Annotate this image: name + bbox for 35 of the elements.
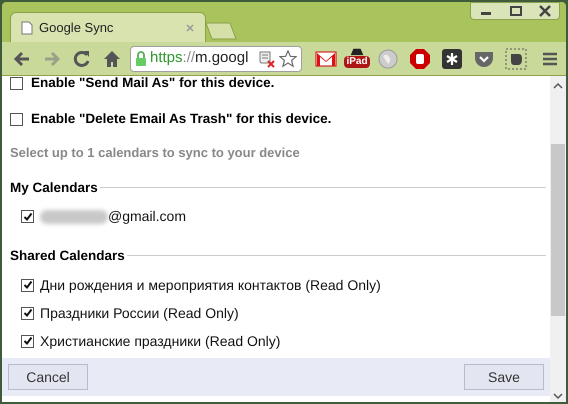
section-heading: My Calendars (10, 178, 98, 197)
elephant-icon[interactable] (505, 48, 527, 70)
stop-hand-icon[interactable] (409, 48, 431, 70)
option-label: Enable "Send Mail As" for this device. (31, 76, 274, 92)
address-bar[interactable]: https://m.googl (130, 46, 302, 72)
save-button[interactable]: Save (464, 364, 544, 390)
browser-tab[interactable]: Google Sync (10, 12, 206, 42)
calendar-name: Дни рождения и мероприятия контактов (Read Only) (40, 276, 381, 295)
checkbox[interactable] (21, 334, 34, 348)
scroll-down-icon[interactable] (553, 392, 563, 400)
scrollbar-thumb[interactable] (551, 144, 565, 316)
checkbox[interactable] (21, 278, 34, 292)
ipad-extension-button[interactable]: iPad (344, 46, 370, 70)
calendar-name: Праздники России (Read Only) (40, 304, 239, 323)
home-icon[interactable] (102, 48, 122, 68)
cancel-button[interactable]: Cancel (8, 364, 88, 390)
calendar-name: Христианские праздники (Read Only) (40, 332, 280, 351)
page-icon (21, 20, 33, 34)
checkbox[interactable] (10, 112, 23, 126)
calendar-name: @gmail.com (108, 207, 186, 226)
scrollbar[interactable] (550, 76, 566, 402)
checkbox[interactable] (21, 306, 34, 320)
section-heading: Shared Calendars (10, 246, 125, 265)
printer-icon (348, 46, 366, 56)
tab-title: Google Sync (39, 18, 114, 37)
asterisk-icon[interactable] (441, 48, 463, 70)
checkbox[interactable] (21, 210, 34, 224)
scroll-up-icon[interactable] (553, 82, 563, 90)
hint-text: Select up to 1 calendars to sync to your device (10, 144, 301, 162)
star-icon[interactable] (279, 50, 297, 68)
checkbox[interactable] (10, 76, 23, 90)
ipad-badge: iPad (344, 56, 370, 68)
reload-icon[interactable] (72, 48, 92, 68)
option-label: Enable "Delete Email As Trash" for this device. (31, 110, 332, 128)
url-text: https://m.googl (150, 48, 248, 68)
